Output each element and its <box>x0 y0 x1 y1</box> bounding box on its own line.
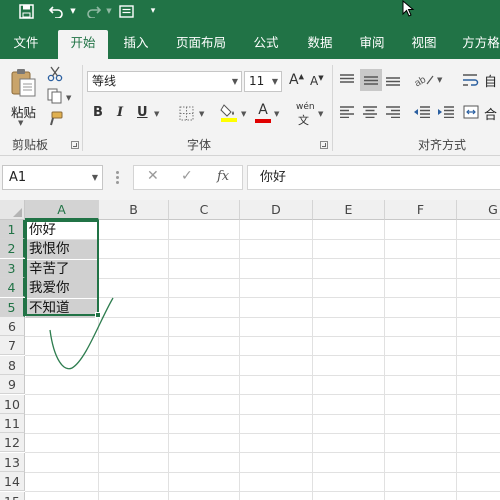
clipboard-launcher-icon[interactable] <box>71 141 79 149</box>
chevron-down-icon: ▼ <box>231 77 238 86</box>
font-size-value: 11 <box>249 74 265 88</box>
font-group-label: 字体 <box>187 138 212 152</box>
underline-button[interactable]: U <box>137 105 148 120</box>
chevron-down-icon: ▼ <box>91 173 98 182</box>
copy-dropdown-icon[interactable]: ▼ <box>66 94 71 102</box>
annotation-curve <box>49 297 114 370</box>
phonetic-dropdown-icon[interactable]: ▼ <box>318 110 323 118</box>
paste-icon[interactable] <box>8 67 38 99</box>
border-icon[interactable] <box>177 104 195 122</box>
tab-data[interactable]: 数据 <box>298 30 342 59</box>
align-top-icon[interactable] <box>338 71 356 89</box>
font-color-dropdown-icon[interactable]: ▼ <box>274 110 279 118</box>
font-size-select[interactable]: 11 ▼ <box>244 71 282 92</box>
italic-button[interactable]: I <box>117 105 123 120</box>
svg-text:ab: ab <box>415 74 428 88</box>
font-name-value: 等线 <box>92 74 117 88</box>
align-left-icon[interactable] <box>338 103 356 121</box>
fill-color-dropdown-icon[interactable]: ▼ <box>241 110 246 118</box>
formula-input[interactable]: 你好 <box>247 165 500 190</box>
formula-buttons: ✕ ✓ fx <box>133 165 243 190</box>
form-icon[interactable] <box>116 0 136 22</box>
decrease-indent-icon[interactable] <box>412 103 432 121</box>
cut-icon[interactable] <box>46 65 64 83</box>
clipboard-group-label: 剪贴板 <box>12 138 49 152</box>
formula-bar-area: A1 ▼ ✕ ✓ fx 你好 <box>0 156 500 200</box>
tab-page-layout[interactable]: 页面布局 <box>170 30 232 59</box>
paste-label[interactable]: 粘贴 <box>11 102 36 121</box>
enter-icon[interactable]: ✓ <box>181 168 193 184</box>
font-launcher-icon[interactable] <box>320 141 328 149</box>
phonetic-label: wén <box>296 102 315 112</box>
font-color-swatch <box>255 119 271 123</box>
save-icon[interactable] <box>16 0 36 22</box>
paste-dropdown-icon[interactable]: ▼ <box>18 119 23 127</box>
underline-dropdown-icon[interactable]: ▼ <box>154 110 159 118</box>
orientation-icon[interactable]: ab <box>414 70 436 90</box>
fill-color-icon[interactable] <box>219 101 239 123</box>
grow-font-button[interactable]: A▲ <box>289 72 304 88</box>
phonetic-button[interactable]: wén 文 <box>296 102 315 128</box>
orientation-dropdown-icon[interactable]: ▼ <box>437 76 442 84</box>
align-middle-icon[interactable] <box>360 69 382 91</box>
redo-icon[interactable] <box>82 0 104 22</box>
align-right-icon[interactable] <box>384 103 402 121</box>
formula-bar-resize-handle[interactable] <box>113 169 121 187</box>
phonetic-glyph-icon: 文 <box>298 114 309 127</box>
group-separator <box>332 65 333 151</box>
align-center-icon[interactable] <box>361 103 379 121</box>
tab-fangfang[interactable]: 方方格 <box>456 30 500 59</box>
chevron-down-icon: ▼ <box>271 77 278 86</box>
undo-dropdown-icon[interactable]: ▼ <box>68 0 78 22</box>
shrink-font-button[interactable]: A▼ <box>310 74 324 88</box>
cancel-icon[interactable]: ✕ <box>147 168 159 184</box>
tab-insert[interactable]: 插入 <box>114 30 158 59</box>
tab-formulas[interactable]: 公式 <box>244 30 288 59</box>
shrink-font-label: A <box>310 74 319 88</box>
ribbon-tabs: 文件 开始 插入 页面布局 公式 数据 审阅 视图 方方格 <box>0 26 500 59</box>
tab-home[interactable]: 开始 <box>58 30 108 59</box>
quick-access-toolbar: ▼ ▼ ▾ <box>0 0 500 26</box>
border-dropdown-icon[interactable]: ▼ <box>199 110 204 118</box>
name-box-value: A1 <box>9 170 27 185</box>
group-separator <box>82 65 83 151</box>
grow-font-label: A <box>289 72 299 88</box>
merge-center-icon[interactable] <box>462 103 480 121</box>
wrap-text-label[interactable]: 自 <box>484 71 497 90</box>
wrap-text-icon[interactable] <box>462 71 480 89</box>
worksheet-grid[interactable]: ABCDEFG123456789101112131415你好我恨你辛苦了我爱你不… <box>0 200 500 500</box>
increase-indent-icon[interactable] <box>436 103 456 121</box>
bold-button[interactable]: B <box>93 105 103 120</box>
insert-function-button[interactable]: fx <box>217 169 229 184</box>
copy-icon[interactable] <box>45 87 65 105</box>
tab-file[interactable]: 文件 <box>4 30 48 59</box>
tab-view[interactable]: 视图 <box>402 30 446 59</box>
font-color-button[interactable]: A <box>255 102 271 124</box>
name-box[interactable]: A1 ▼ <box>2 165 103 190</box>
font-color-label: A <box>258 102 268 118</box>
align-bottom-icon[interactable] <box>384 71 402 89</box>
undo-icon[interactable] <box>46 0 68 22</box>
font-name-select[interactable]: 等线 ▼ <box>87 71 242 92</box>
cursor-icon <box>402 0 416 21</box>
ribbon: 粘贴 ▼ ▼ 剪贴板 等线 ▼ 11 ▼ A▲ A▼ B I U ▼ ▼ ▼ A… <box>0 59 500 156</box>
format-painter-icon[interactable] <box>46 110 64 128</box>
redo-dropdown-icon[interactable]: ▼ <box>104 0 114 22</box>
merge-center-label[interactable]: 合 <box>484 104 497 123</box>
tab-review[interactable]: 审阅 <box>350 30 394 59</box>
customize-icon[interactable]: ▾ <box>146 0 160 22</box>
alignment-group-label: 对齐方式 <box>418 138 467 152</box>
